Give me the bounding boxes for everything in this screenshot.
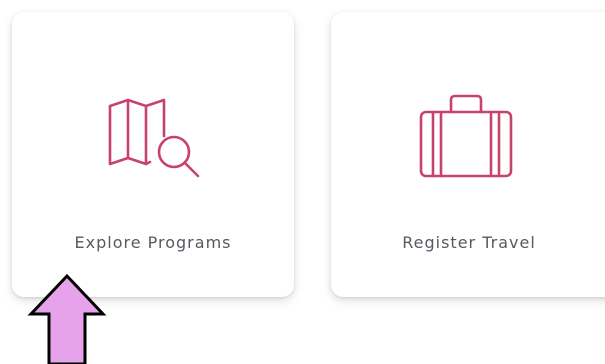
register-travel-label: Register Travel (402, 233, 536, 252)
register-travel-tile[interactable]: Register Travel (331, 12, 605, 297)
explore-programs-tile[interactable]: Explore Programs (12, 12, 294, 297)
program-tiles: Explore Programs Register Travel (0, 0, 605, 364)
suitcase-icon (411, 92, 521, 192)
map-search-icon (98, 92, 208, 192)
up-arrow-icon (27, 274, 107, 364)
explore-programs-label: Explore Programs (74, 233, 232, 252)
